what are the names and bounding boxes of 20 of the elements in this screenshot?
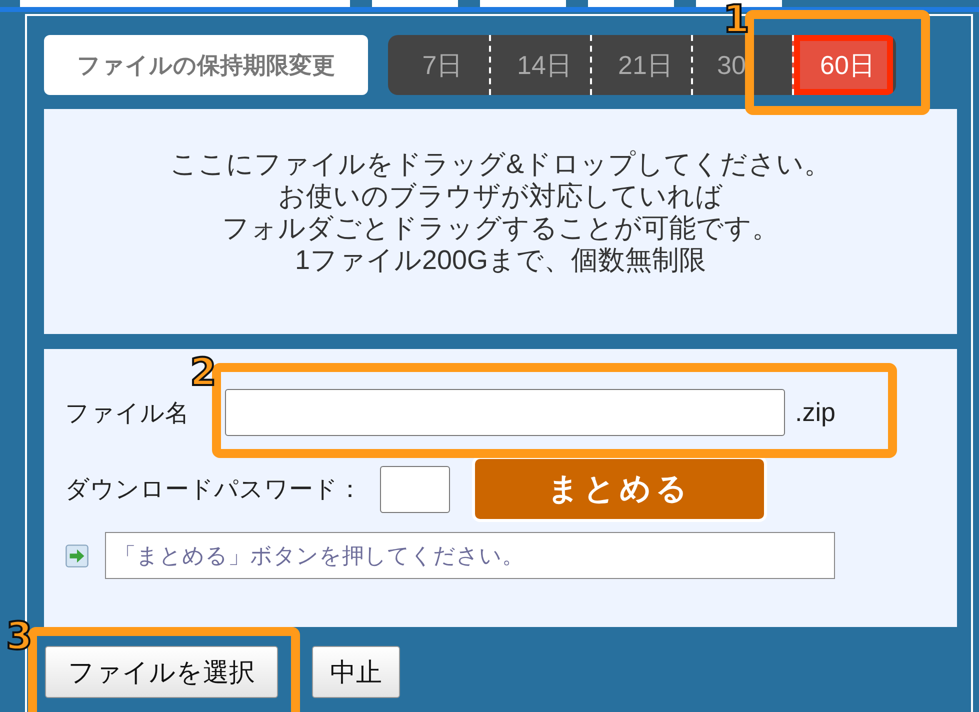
retention-option[interactable]: 14日: [489, 35, 590, 95]
password-label: ダウンロードパスワード：: [65, 475, 362, 505]
status-field[interactable]: 「まとめる」ボタンを押してください。: [105, 532, 835, 579]
retention-option[interactable]: 7日: [388, 35, 489, 95]
retention-option[interactable]: 60日: [792, 35, 893, 95]
retention-button[interactable]: ファイルの保持期限変更: [44, 35, 368, 95]
drop-instruction: お使いのブラウザが対応していれば: [278, 180, 723, 212]
retention-option[interactable]: 21日: [590, 35, 691, 95]
bundle-button[interactable]: まとめる: [472, 456, 767, 522]
file-button[interactable]: ファイルを選択: [45, 646, 278, 698]
callout-number: 2: [190, 353, 216, 391]
filename-field[interactable]: [225, 389, 785, 436]
password-field[interactable]: [380, 466, 450, 512]
file-button[interactable]: 中止: [312, 646, 400, 698]
drop-zone[interactable]: ここにファイルをドラッグ&ドロップしてください。 お使いのブラウザが対応していれば フォルダごとドラッグすることが可能です。 1ファイル200Gまで、個数無制限: [44, 109, 957, 334]
drop-instruction: 1ファイル200Gまで、個数無制限: [294, 244, 706, 276]
filename-label: ファイル名: [65, 398, 189, 428]
drop-instruction: ここにファイルをドラッグ&ドロップしてください。: [170, 148, 831, 180]
drop-instruction: フォルダごとドラッグすることが可能です。: [222, 212, 779, 244]
extension-label: .zip: [795, 397, 836, 428]
